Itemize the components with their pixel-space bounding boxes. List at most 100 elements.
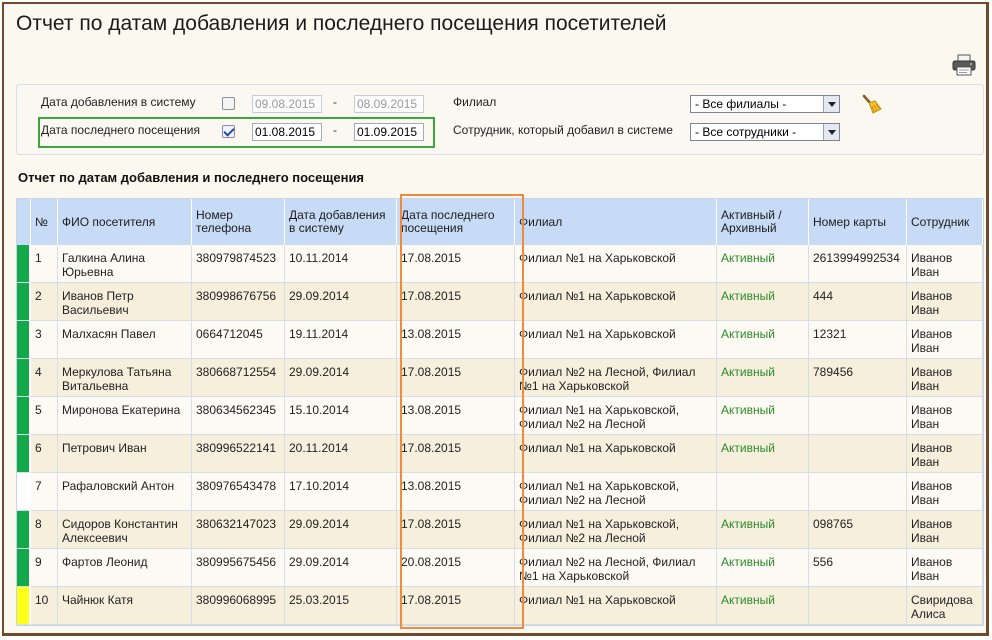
cell-last-visit: 17.08.2015 (397, 511, 515, 549)
cell-name: Миронова Екатерина (58, 397, 192, 435)
table-row[interactable]: 4 Меркулова Татьяна Витальевна 380668712… (17, 359, 983, 397)
cell-branch: Филиал №1 на Харьковской (515, 245, 717, 283)
cell-num: 5 (31, 397, 58, 435)
last-visit-checkbox[interactable] (222, 125, 235, 138)
cell-name: Малхасян Павел (58, 321, 192, 359)
broom-clear-icon[interactable] (860, 94, 882, 114)
row-status-marker (17, 473, 31, 511)
header-date-added: Дата добавления в систему (285, 199, 397, 245)
table-row[interactable]: 1 Галкина Алина Юрьевна 380979874523 10.… (17, 245, 983, 283)
cell-phone: 380996522141 (192, 435, 285, 473)
cell-date-added: 29.09.2014 (285, 359, 397, 397)
date-added-checkbox[interactable] (222, 97, 235, 110)
last-visit-to-input[interactable]: 01.09.2015 (354, 123, 424, 141)
cell-branch: Филиал №1 на Харьковской (515, 283, 717, 321)
cell-num: 7 (31, 473, 58, 511)
table-row[interactable]: 7 Рафаловский Антон 380976543478 17.10.2… (17, 473, 983, 511)
cell-status: Активный (717, 587, 809, 625)
cell-phone: 380634562345 (192, 397, 285, 435)
cell-name: Галкина Алина Юрьевна (58, 245, 192, 283)
cell-phone: 0664712045 (192, 321, 285, 359)
employee-label: Сотрудник, который добавил в системе (453, 123, 673, 137)
cell-employee: Иванов Иван (907, 511, 983, 549)
cell-phone: 380976543478 (192, 473, 285, 511)
cell-employee: Иванов Иван (907, 321, 983, 359)
header-employee: Сотрудник (907, 199, 983, 245)
table-row[interactable]: 10 Чайнюк Катя 380996068995 25.03.2015 1… (17, 587, 983, 625)
cell-employee: Иванов Иван (907, 473, 983, 511)
cell-branch: Филиал №2 на Лесной, Филиал №1 на Харько… (515, 549, 717, 587)
cell-card: 556 (809, 549, 907, 587)
cell-card: 789456 (809, 359, 907, 397)
report-section-title: Отчет по датам добавления и последнего п… (18, 170, 365, 185)
cell-date-added: 20.11.2014 (285, 435, 397, 473)
cell-card: 444 (809, 283, 907, 321)
cell-employee: Иванов Иван (907, 359, 983, 397)
row-status-marker (17, 587, 31, 625)
cell-employee: Иванов Иван (907, 283, 983, 321)
cell-status: Активный (717, 549, 809, 587)
date-added-to-input[interactable]: 08.09.2015 (354, 95, 424, 113)
cell-status: Активный (717, 359, 809, 397)
table-row[interactable]: 5 Миронова Екатерина 380634562345 15.10.… (17, 397, 983, 435)
cell-card: 2613994992534 (809, 245, 907, 283)
cell-last-visit: 17.08.2015 (397, 283, 515, 321)
cell-phone: 380979874523 (192, 245, 285, 283)
cell-date-added: 10.11.2014 (285, 245, 397, 283)
cell-employee: Иванов Иван (907, 397, 983, 435)
cell-name: Сидоров Константин Алексеевич (58, 511, 192, 549)
cell-last-visit: 13.08.2015 (397, 321, 515, 359)
cell-num: 1 (31, 245, 58, 283)
report-table: № ФИО посетителя Номер телефона Дата доб… (16, 198, 984, 626)
header-last-visit: Дата последнего посещения (397, 199, 515, 245)
cell-name: Иванов Петр Васильевич (58, 283, 192, 321)
cell-phone: 380998676756 (192, 283, 285, 321)
cell-date-added: 29.09.2014 (285, 283, 397, 321)
row-status-marker (17, 283, 31, 321)
cell-branch: Филиал №2 на Лесной, Филиал №1 на Харько… (515, 359, 717, 397)
cell-last-visit: 17.08.2015 (397, 435, 515, 473)
cell-num: 3 (31, 321, 58, 359)
cell-status: Активный (717, 397, 809, 435)
cell-status: Активный (717, 245, 809, 283)
table-row[interactable]: 2 Иванов Петр Васильевич 380998676756 29… (17, 283, 983, 321)
cell-last-visit: 17.08.2015 (397, 587, 515, 625)
cell-date-added: 29.09.2014 (285, 549, 397, 587)
cell-branch: Филиал №1 на Харьковской, Филиал №2 на Л… (515, 397, 717, 435)
cell-phone: 380668712554 (192, 359, 285, 397)
table-row[interactable]: 6 Петрович Иван 380996522141 20.11.2014 … (17, 435, 983, 473)
report-window: Отчет по датам добавления и последнего п… (2, 2, 989, 636)
last-visit-from-input[interactable]: 01.08.2015 (252, 123, 322, 141)
cell-employee: Свиридова Алиса (907, 587, 983, 625)
header-name: ФИО посетителя (58, 199, 192, 245)
employee-select-value: - Все сотрудники - (695, 125, 797, 139)
header-num: № (31, 199, 58, 245)
table-row[interactable]: 3 Малхасян Павел 0664712045 19.11.2014 1… (17, 321, 983, 359)
header-branch: Филиал (515, 199, 717, 245)
page-title: Отчет по датам добавления и последнего п… (16, 12, 667, 35)
row-status-marker (17, 435, 31, 473)
chevron-down-icon[interactable] (823, 96, 839, 112)
table-header-row: № ФИО посетителя Номер телефона Дата доб… (17, 199, 983, 245)
branch-select[interactable]: - Все филиалы - (690, 95, 840, 113)
row-status-marker (17, 321, 31, 359)
cell-card (809, 435, 907, 473)
cell-name: Рафаловский Антон (58, 473, 192, 511)
date-added-from-input[interactable]: 09.08.2015 (252, 95, 322, 113)
cell-employee: Иванов Иван (907, 245, 983, 283)
print-icon[interactable] (952, 54, 976, 76)
cell-name: Чайнюк Катя (58, 587, 192, 625)
cell-employee: Иванов Иван (907, 435, 983, 473)
cell-card (809, 397, 907, 435)
employee-select[interactable]: - Все сотрудники - (690, 123, 840, 141)
cell-num: 8 (31, 511, 58, 549)
cell-num: 10 (31, 587, 58, 625)
cell-date-added: 19.11.2014 (285, 321, 397, 359)
cell-last-visit: 17.08.2015 (397, 359, 515, 397)
table-row[interactable]: 9 Фартов Леонид 380995675456 29.09.2014 … (17, 549, 983, 587)
date-added-label: Дата добавления в систему (41, 95, 196, 109)
cell-num: 2 (31, 283, 58, 321)
table-row[interactable]: 8 Сидоров Константин Алексеевич 38063214… (17, 511, 983, 549)
chevron-down-icon[interactable] (823, 124, 839, 140)
filter-panel: Дата добавления в систему 09.08.2015 - 0… (16, 84, 984, 155)
